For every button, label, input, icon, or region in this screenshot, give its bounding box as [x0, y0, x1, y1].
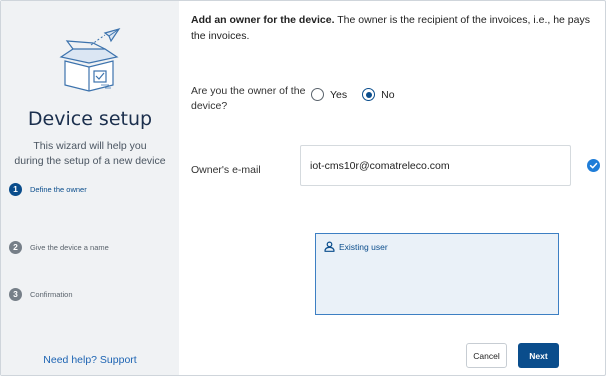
step-label: Give the device a name [30, 242, 109, 252]
radio-no-label: No [381, 88, 395, 101]
step-confirmation[interactable]: 3 Confirmation [9, 286, 73, 302]
owner-intro-text: Add an owner for the device. The owner i… [191, 12, 596, 44]
radio-yes[interactable]: Yes [311, 88, 347, 101]
user-status-box: Existing user [315, 233, 559, 315]
radio-no[interactable]: No [362, 88, 395, 101]
step-define-owner[interactable]: 1 Define the owner [9, 181, 87, 197]
wizard-main: Add an owner for the device. The owner i… [180, 0, 606, 376]
wizard-subtitle-line: during the setup of a new device [14, 155, 166, 167]
user-icon [324, 241, 335, 252]
intro-heading: Add an owner for the device. [191, 14, 335, 26]
next-button[interactable]: Next [518, 343, 559, 368]
owner-email-input[interactable] [300, 145, 571, 186]
step-label: Define the owner [30, 184, 87, 194]
step-number: 2 [9, 240, 22, 254]
step-number: 1 [9, 182, 22, 196]
step-number: 3 [9, 287, 22, 301]
step-device-name[interactable]: 2 Give the device a name [9, 239, 109, 255]
radio-checked-icon [362, 88, 376, 101]
check-circle-icon [587, 159, 600, 172]
wizard-sidebar: Device setup This wizard will help you d… [1, 1, 179, 375]
wizard-subtitle: This wizard will help you during the set… [1, 139, 179, 169]
owner-email-label: Owner's e-mail [191, 164, 261, 176]
user-status-label: Existing user [339, 241, 388, 252]
wizard-subtitle-line: This wizard will help you [33, 140, 147, 152]
wizard-title: Device setup [27, 108, 153, 130]
owner-radio-group: Yes No [311, 88, 410, 101]
owner-question-label: Are you the owner of the device? [191, 85, 306, 112]
radio-unchecked-icon [311, 88, 324, 101]
support-link[interactable]: Need help? Support [1, 354, 179, 366]
cancel-button[interactable]: Cancel [466, 343, 507, 368]
user-status-line: Existing user [324, 241, 388, 252]
step-label: Confirmation [30, 289, 73, 299]
box-with-paper-plane-icon [59, 27, 121, 92]
radio-yes-label: Yes [330, 88, 348, 101]
